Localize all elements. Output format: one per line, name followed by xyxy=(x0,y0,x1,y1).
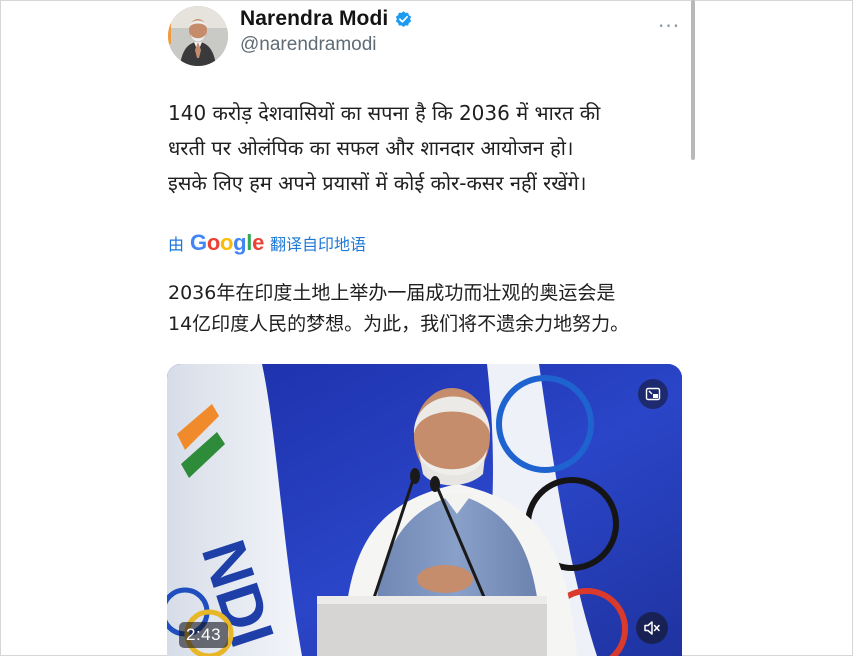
translated-text: 2036年在印度土地上举办一届成功而壮观的奥运会是 14亿印度人民的梦想。为此，… xyxy=(168,278,688,340)
translated-text-line: 14亿印度人民的梦想。为此，我们将不遗余力地努力。 xyxy=(168,313,630,335)
display-name[interactable]: Narendra Modi xyxy=(240,7,388,31)
tweet-text-line: धरती पर ओलंपिक का सफल और शानदार आयोजन हो… xyxy=(168,136,574,160)
more-options-icon[interactable]: ··· xyxy=(658,14,680,38)
translation-prefix: 由 xyxy=(168,235,185,254)
verified-badge-icon xyxy=(396,10,412,27)
video-frame: NDI xyxy=(167,364,682,656)
translated-text-line: 2036年在印度土地上举办一届成功而壮观的奥运会是 xyxy=(168,282,616,304)
avatar-image xyxy=(168,6,228,66)
video-duration: 2:43 xyxy=(179,622,229,648)
picture-in-picture-glyph xyxy=(645,387,661,401)
tweet-text-line: 140 करोड़ देशवासियों का सपना है कि 2036 … xyxy=(168,101,601,125)
scrollbar[interactable] xyxy=(691,0,695,160)
tweet-text: 140 करोड़ देशवासियों का सपना है कि 2036 … xyxy=(168,96,678,201)
video-player[interactable]: NDI 2:43 xyxy=(167,364,682,656)
google-logo: Google xyxy=(190,230,264,255)
speaker-muted-glyph xyxy=(644,621,660,635)
translation-attribution[interactable]: 由 Google 翻译自印地语 xyxy=(168,230,366,256)
avatar[interactable] xyxy=(168,6,228,66)
tweet-text-line: इसके लिए हम अपने प्रयासों में कोई कोर-कस… xyxy=(168,171,587,195)
tweet-screenshot: Narendra Modi @narendramodi ··· 140 करोड… xyxy=(0,0,853,656)
speaker-muted-icon[interactable] xyxy=(636,612,668,644)
picture-in-picture-icon[interactable] xyxy=(638,379,668,409)
user-handle[interactable]: @narendramodi xyxy=(240,34,413,56)
translation-source-label: 翻译自印地语 xyxy=(270,235,367,254)
author-name-row: Narendra Modi xyxy=(240,7,413,31)
author-block: Narendra Modi @narendramodi xyxy=(240,7,413,56)
